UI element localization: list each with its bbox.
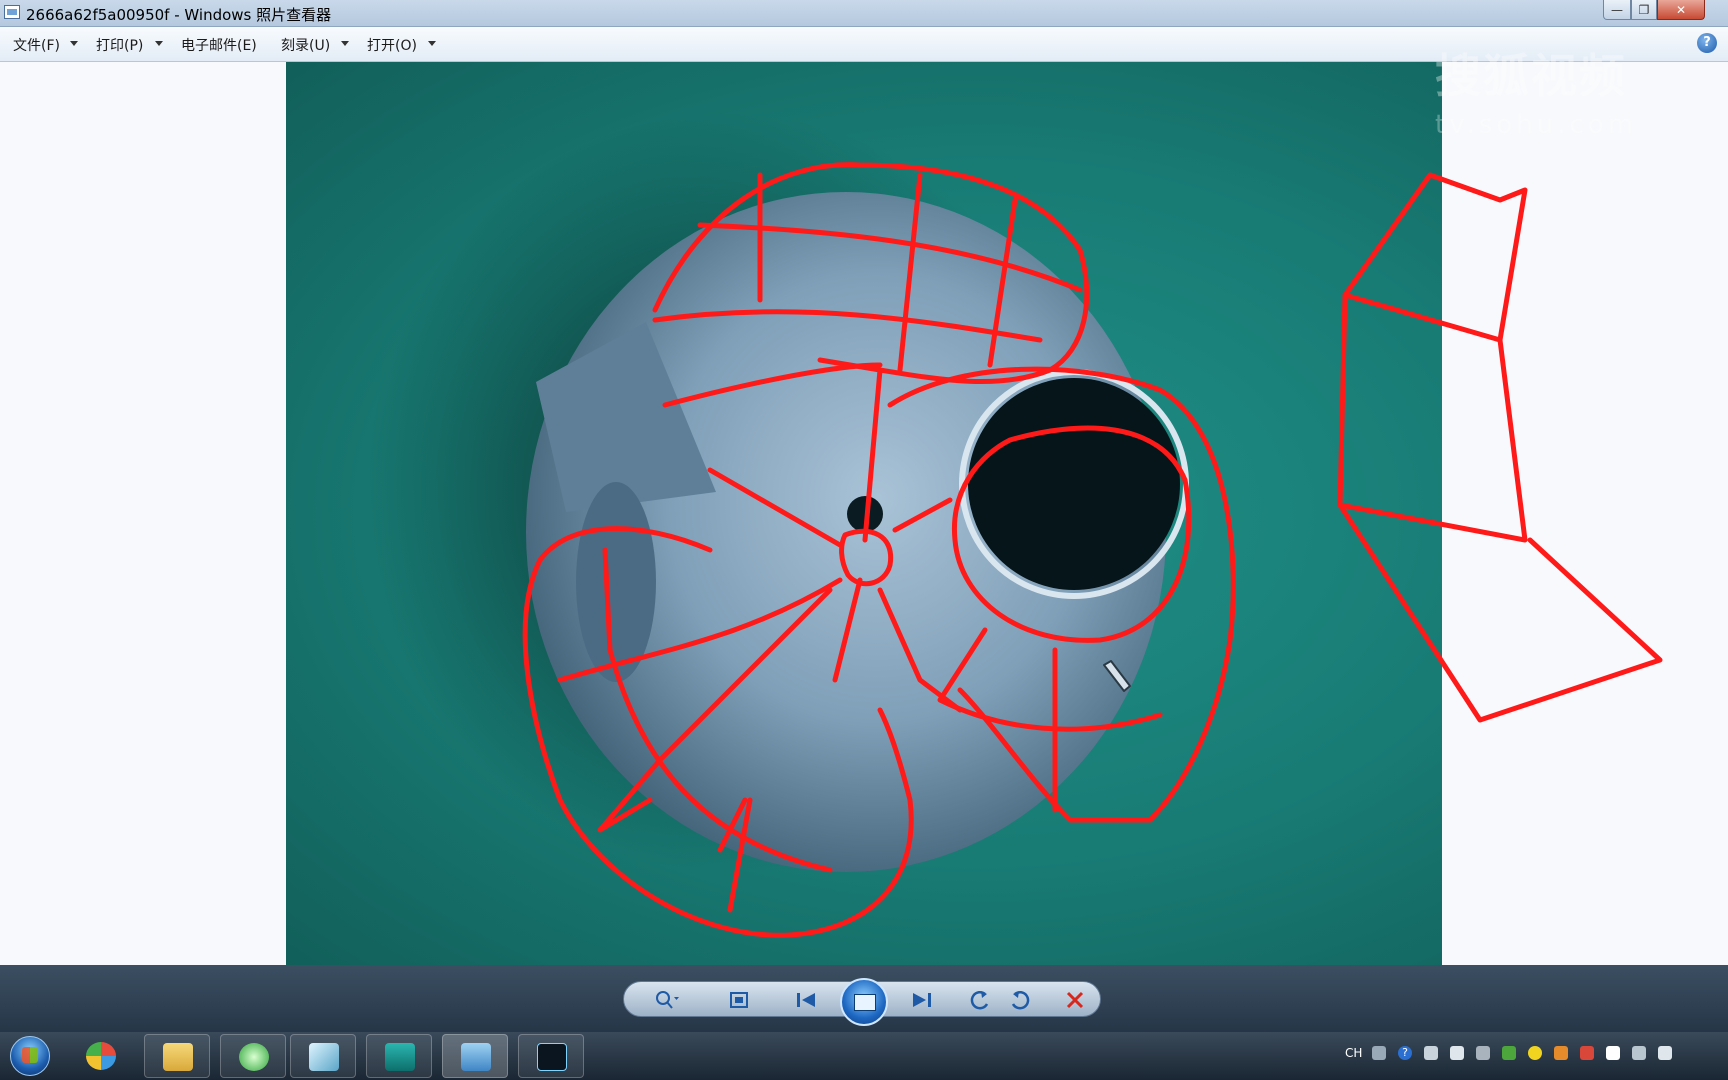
rotate-left-icon[interactable] xyxy=(966,989,994,1011)
annotation-left-grid3 xyxy=(597,587,833,833)
graphics-icon[interactable] xyxy=(1502,1046,1516,1060)
tray-help-icon[interactable]: ? xyxy=(1398,1046,1412,1060)
taskbar-app-browser[interactable] xyxy=(220,1034,286,1078)
keyboard-icon[interactable] xyxy=(1372,1046,1386,1060)
start-button[interactable] xyxy=(10,1036,50,1076)
watermark-url: tv.sohu.com xyxy=(1435,110,1638,140)
annotation-top-grid-h3 xyxy=(662,362,883,408)
taskbar-app-maya[interactable] xyxy=(366,1034,432,1078)
annotation-center-spoke3 xyxy=(892,497,953,533)
annotation-left-grid2 xyxy=(557,577,843,683)
flag-icon[interactable] xyxy=(1606,1046,1620,1060)
annotation-top-grid-h1 xyxy=(697,222,1083,293)
annotation-center-spoke2 xyxy=(707,467,843,548)
security-icon[interactable] xyxy=(1476,1046,1490,1060)
taskbar-app-photo-viewer[interactable] xyxy=(442,1034,508,1078)
delete-icon[interactable] xyxy=(1061,989,1089,1011)
pen-icon[interactable] xyxy=(1450,1046,1464,1060)
previous-icon[interactable] xyxy=(792,989,820,1011)
annotation-top-grid-h2 xyxy=(652,309,1043,343)
annotation-left-lobe xyxy=(522,526,914,938)
annotation-top-grid-v3 xyxy=(987,197,1018,368)
input-method-indicator[interactable]: CH xyxy=(1345,1046,1362,1060)
annotation-right-grid xyxy=(937,627,1163,813)
taskbar-app-video[interactable] xyxy=(518,1034,584,1078)
fit-window-icon[interactable] xyxy=(725,989,753,1011)
annotation-right-lobe xyxy=(887,366,1236,823)
annotation-layer xyxy=(522,162,1663,938)
network-icon[interactable] xyxy=(1424,1046,1438,1060)
annotation-top-lobe xyxy=(652,162,1090,385)
annotation-left-grid1 xyxy=(602,547,833,873)
rotate-right-icon[interactable] xyxy=(1006,989,1034,1011)
volume-icon[interactable] xyxy=(1658,1046,1672,1060)
annotation-center-spoke1 xyxy=(862,367,883,543)
taskbar-app-pinwheel[interactable] xyxy=(68,1034,134,1078)
slideshow-button[interactable] xyxy=(840,978,888,1026)
annotation-hole-ring xyxy=(951,425,1192,643)
taskbar-app-explorer[interactable] xyxy=(144,1034,210,1078)
watermark-brand: 搜狐视频 xyxy=(1435,49,1627,103)
monitor-icon[interactable] xyxy=(1632,1046,1646,1060)
assistant-icon[interactable] xyxy=(1554,1046,1568,1060)
annotation-top-grid-v2 xyxy=(897,172,923,373)
annotation-left-grid5 xyxy=(717,797,753,913)
alert-icon[interactable] xyxy=(1580,1046,1594,1060)
pen-cursor-icon xyxy=(1103,660,1131,692)
zoom-icon[interactable] xyxy=(653,989,681,1011)
plus-icon[interactable] xyxy=(1528,1046,1542,1060)
annotation-right-shape xyxy=(1337,172,1663,723)
annotation-left-grid4 xyxy=(832,577,963,713)
taskbar-app-sketch[interactable] xyxy=(290,1034,356,1078)
next-icon[interactable] xyxy=(908,989,936,1011)
